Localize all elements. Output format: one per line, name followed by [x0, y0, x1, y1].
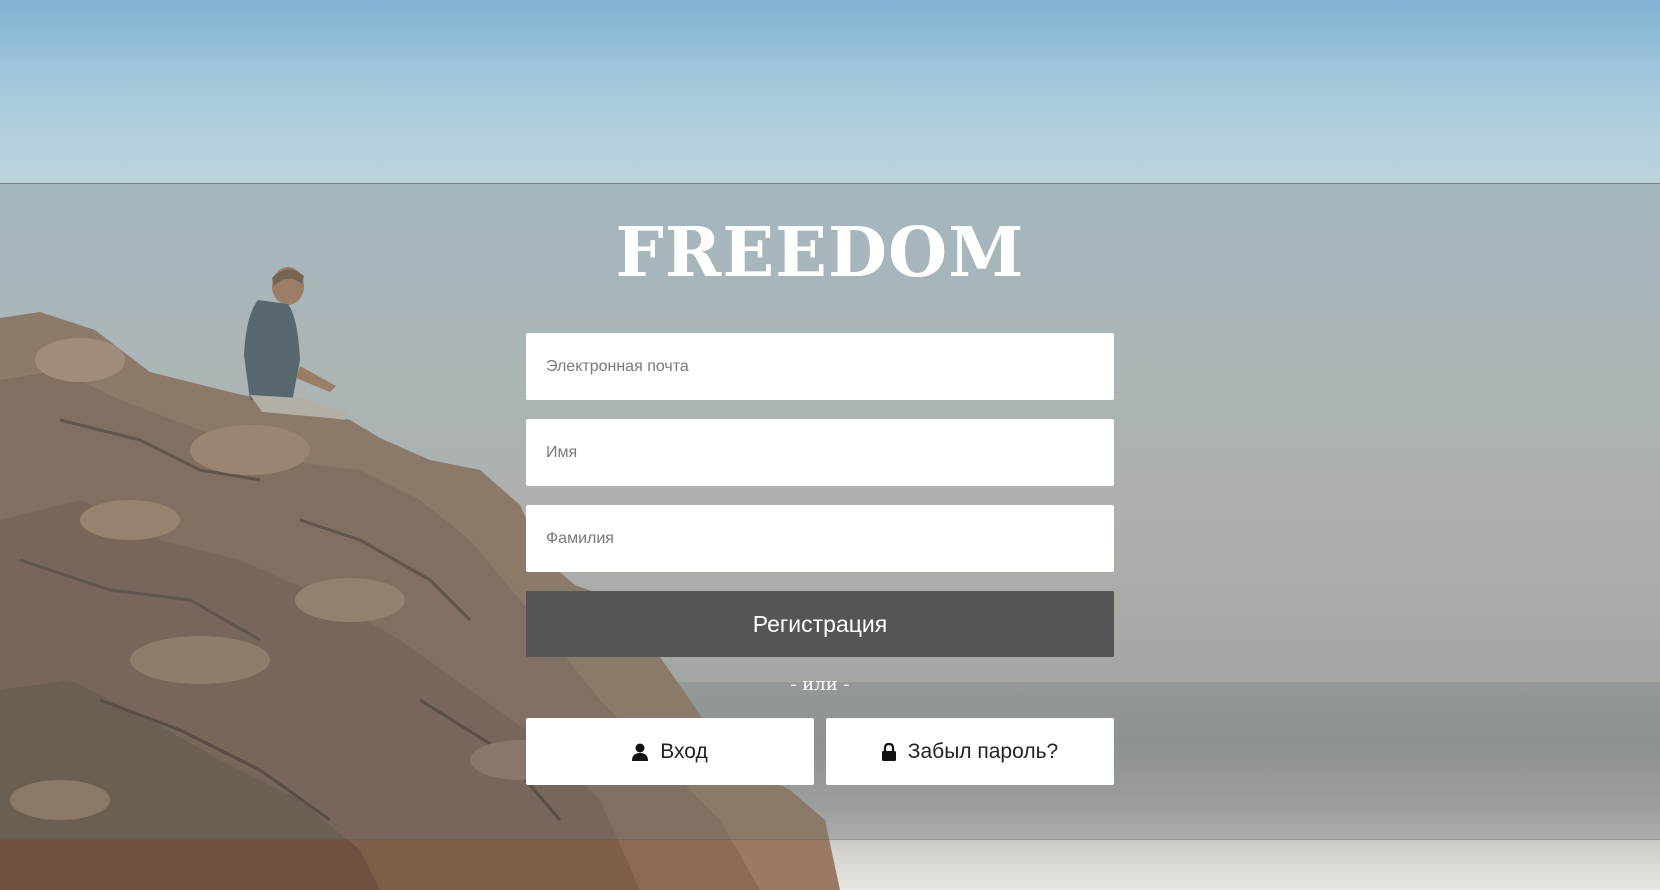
login-button[interactable]: Вход [526, 718, 814, 785]
forgot-password-button-label: Забыл пароль? [907, 739, 1059, 763]
user-icon [632, 743, 649, 761]
register-button-label: Регистрация [752, 610, 888, 637]
email-field[interactable] [526, 333, 1114, 400]
or-separator: - или - [790, 674, 850, 695]
brand-logo: FREEDOM [615, 213, 1025, 293]
forgot-password-button[interactable]: Забыл пароль? [826, 718, 1114, 785]
register-button[interactable]: Регистрация [526, 591, 1114, 657]
last-name-field[interactable] [526, 505, 1114, 572]
first-name-field[interactable] [526, 419, 1114, 486]
lock-icon [881, 742, 896, 761]
login-button-label: Вход [660, 739, 708, 763]
